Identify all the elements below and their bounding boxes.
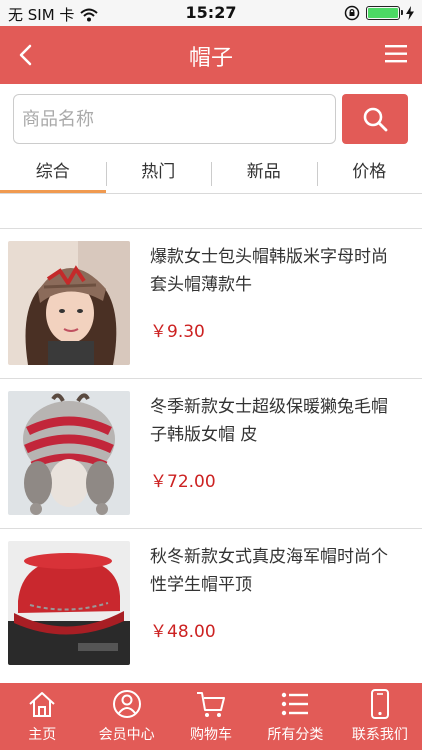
list-icon (282, 692, 309, 716)
bottom-nav: 主页 会员中心 购物车 所有分类 联系我们 (0, 683, 422, 750)
tab-new[interactable]: 新品 (211, 154, 317, 193)
product-name[interactable]: 爆款女士包头帽韩版米字母时尚套头帽薄款牛 (150, 243, 400, 299)
nav-contact-label: 联系我们 (351, 727, 408, 743)
product-price: ￥9.30 (150, 322, 205, 342)
product-name[interactable]: 冬季新款女士超级保暖獭兔毛帽子韩版女帽 皮 (150, 393, 400, 449)
red-navy-cap-photo (8, 541, 130, 665)
product-item[interactable]: 秋冬新款女式真皮海军帽时尚个性学生帽平顶 ￥48.00 (0, 528, 422, 678)
search-button[interactable] (342, 94, 408, 144)
search-bar (0, 84, 422, 154)
tab-comprehensive[interactable]: 综合 (0, 154, 106, 193)
phone-icon (370, 689, 389, 719)
rotation-lock-icon (344, 5, 360, 21)
product-item[interactable]: 冬季新款女士超级保暖獭兔毛帽子韩版女帽 皮 ￥72.00 (0, 378, 422, 528)
nav-cart[interactable]: 购物车 (169, 683, 253, 750)
nav-all-categories[interactable]: 所有分类 (253, 683, 337, 750)
product-list: 爆款女士包头帽韩版米字母时尚套头帽薄款牛 ￥9.30 冬季新款女士超级保暖獭兔毛… (0, 228, 422, 678)
fur-hat-photo (8, 391, 130, 515)
search-icon (363, 107, 388, 132)
nav-member-label: 会员中心 (98, 727, 155, 743)
charging-icon (406, 6, 414, 20)
sort-tabs: 综合 热门 新品 价格 (0, 154, 422, 194)
status-right (344, 5, 414, 21)
status-bar: 无 SIM 卡 15:27 (0, 0, 422, 26)
search-input[interactable] (13, 94, 336, 144)
product-price: ￥48.00 (150, 622, 216, 642)
menu-button[interactable] (382, 40, 410, 68)
knit-beanie-photo (8, 241, 130, 365)
hamburger-icon (385, 45, 407, 63)
nav-home[interactable]: 主页 (0, 683, 84, 750)
member-icon (112, 690, 141, 718)
nav-member-center[interactable]: 会员中心 (84, 683, 168, 750)
nav-cart-label: 购物车 (190, 727, 233, 743)
nav-home-label: 主页 (28, 727, 57, 743)
home-icon (29, 692, 55, 717)
page-title: 帽子 (188, 46, 233, 71)
product-item[interactable]: 爆款女士包头帽韩版米字母时尚套头帽薄款牛 ￥9.30 (0, 228, 422, 378)
tab-price[interactable]: 价格 (316, 154, 422, 193)
product-price: ￥72.00 (150, 472, 216, 492)
nav-categories-label: 所有分类 (267, 727, 324, 743)
product-name[interactable]: 秋冬新款女式真皮海军帽时尚个性学生帽平顶 (150, 543, 400, 599)
cart-icon (197, 692, 226, 717)
tab-popular[interactable]: 热门 (105, 154, 212, 193)
nav-contact-us[interactable]: 联系我们 (338, 683, 422, 750)
battery-icon (366, 6, 403, 20)
app-header: 帽子 (0, 26, 422, 84)
